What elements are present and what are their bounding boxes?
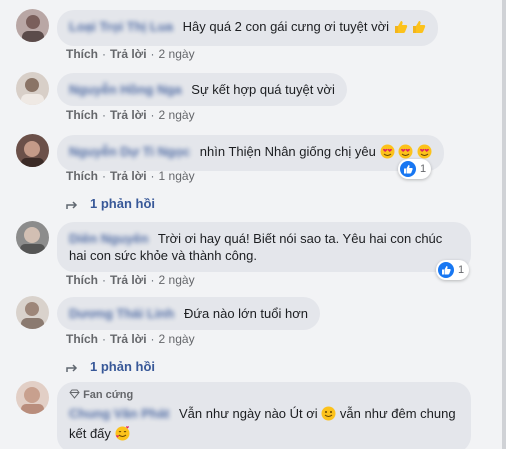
avatar[interactable] [16, 9, 49, 42]
avatar[interactable] [16, 221, 49, 254]
smile-emoji [321, 406, 336, 425]
comment-bubble: Nguyễn Dự Ti Ngọc nhìn Thiện Nhân giống … [57, 135, 444, 171]
comment-text: Vẫn như ngày nào Út ơi [179, 406, 318, 421]
avatar[interactable] [16, 296, 49, 329]
avatar[interactable] [16, 381, 49, 414]
comment-author[interactable]: Chung Văn Phát [69, 406, 169, 421]
comment-author[interactable]: Loại Trọi Thị Lua [69, 19, 173, 34]
comment-author[interactable]: Diên Nguyên [69, 231, 148, 246]
reaction-number: 1 [458, 264, 465, 276]
comment-bubble: Fan cứng Chung Văn Phát Vẫn như ngày nào… [57, 382, 471, 449]
reaction-count[interactable]: 1 [436, 260, 470, 280]
comment-bubble: Diên Nguyên Trời ơi hay quá! Biết nói sa… [57, 222, 471, 272]
comment-bubble: Loại Trọi Thị Lua Hây quá 2 con gái cưng… [57, 10, 439, 46]
diamond-icon [69, 389, 80, 401]
comment-text: Đứa nào lớn tuổi hơn [183, 306, 308, 321]
comment-author[interactable]: Nguyễn Hồng Nga [69, 82, 182, 97]
reply-link[interactable]: Trả lời [110, 332, 147, 346]
comment-actions: Thích · Trả lời · 1 ngày [66, 169, 195, 183]
comment-actions: Thích · Trả lời · 2 ngày [66, 273, 195, 287]
comment-time[interactable]: 2 ngày [159, 47, 195, 61]
like-reaction-icon [438, 262, 454, 278]
thumbs-up-emoji [393, 19, 408, 38]
comment-actions: Thích · Trả lời · 2 ngày [66, 332, 195, 346]
thumbs-up-emoji [411, 19, 426, 38]
reaction-number: 1 [420, 163, 427, 175]
comment-actions: Thích · Trả lời · 2 ngày [66, 47, 195, 61]
comment-author[interactable]: Nguyễn Dự Ti Ngọc [69, 144, 190, 159]
comment-time[interactable]: 2 ngày [159, 273, 195, 287]
fan-badge: Fan cứng [69, 387, 459, 404]
comment-time[interactable]: 1 ngày [159, 169, 195, 183]
reply-arrow-icon [66, 196, 78, 212]
reply-link[interactable]: Trả lời [110, 169, 147, 183]
comment-author[interactable]: Dương Thái Linh [69, 306, 174, 321]
heart-eyes-emoji [380, 144, 395, 163]
reply-link[interactable]: Trả lời [110, 273, 147, 287]
comment-text: nhìn Thiện Nhân giống chị yêu [199, 144, 376, 159]
comment-list: Loại Trọi Thị Lua Hây quá 2 con gái cưng… [0, 0, 502, 449]
comment-time[interactable]: 2 ngày [159, 108, 195, 122]
like-link[interactable]: Thích [66, 332, 98, 346]
replies-count[interactable]: 1 phản hồi [90, 359, 155, 374]
reply-arrow-icon [66, 359, 78, 375]
comment-actions: Thích · Trả lời · 2 ngày [66, 108, 195, 122]
reply-link[interactable]: Trả lời [110, 108, 147, 122]
smiling-face-with-hearts-emoji [115, 426, 130, 445]
comment-bubble: Dương Thái Linh Đứa nào lớn tuổi hơn [57, 297, 320, 330]
like-link[interactable]: Thích [66, 273, 98, 287]
avatar[interactable] [16, 72, 49, 105]
comment-text: Hây quá 2 con gái cưng ơi tuyệt vời [182, 19, 390, 34]
like-link[interactable]: Thích [66, 47, 98, 61]
comment-bubble: Nguyễn Hồng Nga Sự kết hợp quá tuyệt vời [57, 73, 347, 106]
comment-text: Sự kết hợp quá tuyệt vời [191, 82, 335, 97]
reply-link[interactable]: Trả lời [110, 47, 147, 61]
view-replies-link[interactable]: 1 phản hồi [66, 359, 155, 375]
reaction-count[interactable]: 1 [398, 159, 432, 179]
like-link[interactable]: Thích [66, 108, 98, 122]
like-reaction-icon [400, 161, 416, 177]
view-replies-link[interactable]: 1 phản hồi [66, 196, 155, 212]
replies-count[interactable]: 1 phản hồi [90, 196, 155, 211]
like-link[interactable]: Thích [66, 169, 98, 183]
comment-time[interactable]: 2 ngày [159, 332, 195, 346]
avatar[interactable] [16, 134, 49, 167]
scrollbar[interactable] [502, 0, 506, 449]
